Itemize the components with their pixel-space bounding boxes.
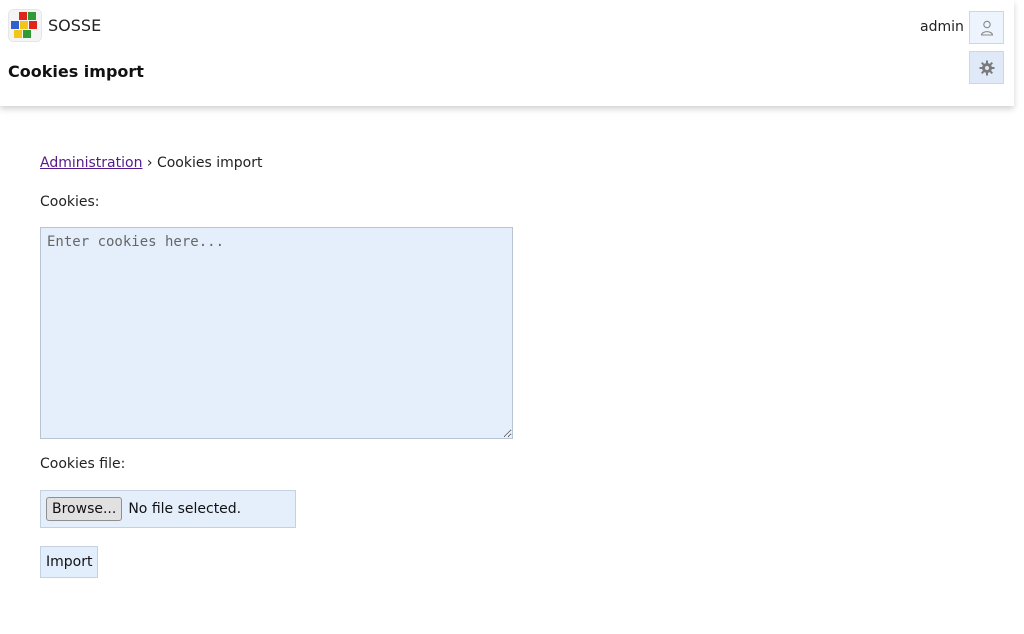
browse-button[interactable]: Browse... — [46, 497, 123, 521]
sosse-logo — [8, 9, 42, 42]
cookies-textarea[interactable] — [40, 227, 513, 439]
gear-icon — [979, 60, 994, 75]
top-header: SOSSE Cookies import admin — [0, 0, 1014, 106]
breadcrumb-administration-link[interactable]: Administration — [40, 155, 142, 171]
import-button[interactable]: Import — [40, 546, 99, 578]
user-menu-button[interactable] — [969, 11, 1004, 44]
breadcrumb: Administration › Cookies import — [40, 155, 262, 171]
username: admin — [920, 19, 964, 35]
brand[interactable]: SOSSE — [8, 9, 101, 42]
page-title: Cookies import — [8, 62, 144, 81]
file-status: No file selected. — [128, 501, 242, 517]
cookies-label: Cookies: — [40, 194, 100, 210]
breadcrumb-current: Cookies import — [156, 155, 263, 171]
app-name[interactable]: SOSSE — [48, 16, 101, 35]
user-icon — [980, 20, 993, 36]
cookies-file-label: Cookies file: — [40, 456, 126, 472]
settings-button[interactable] — [969, 51, 1004, 84]
breadcrumb-separator: › — [146, 155, 153, 171]
cookies-file-input[interactable]: Browse... No file selected. — [40, 490, 296, 528]
